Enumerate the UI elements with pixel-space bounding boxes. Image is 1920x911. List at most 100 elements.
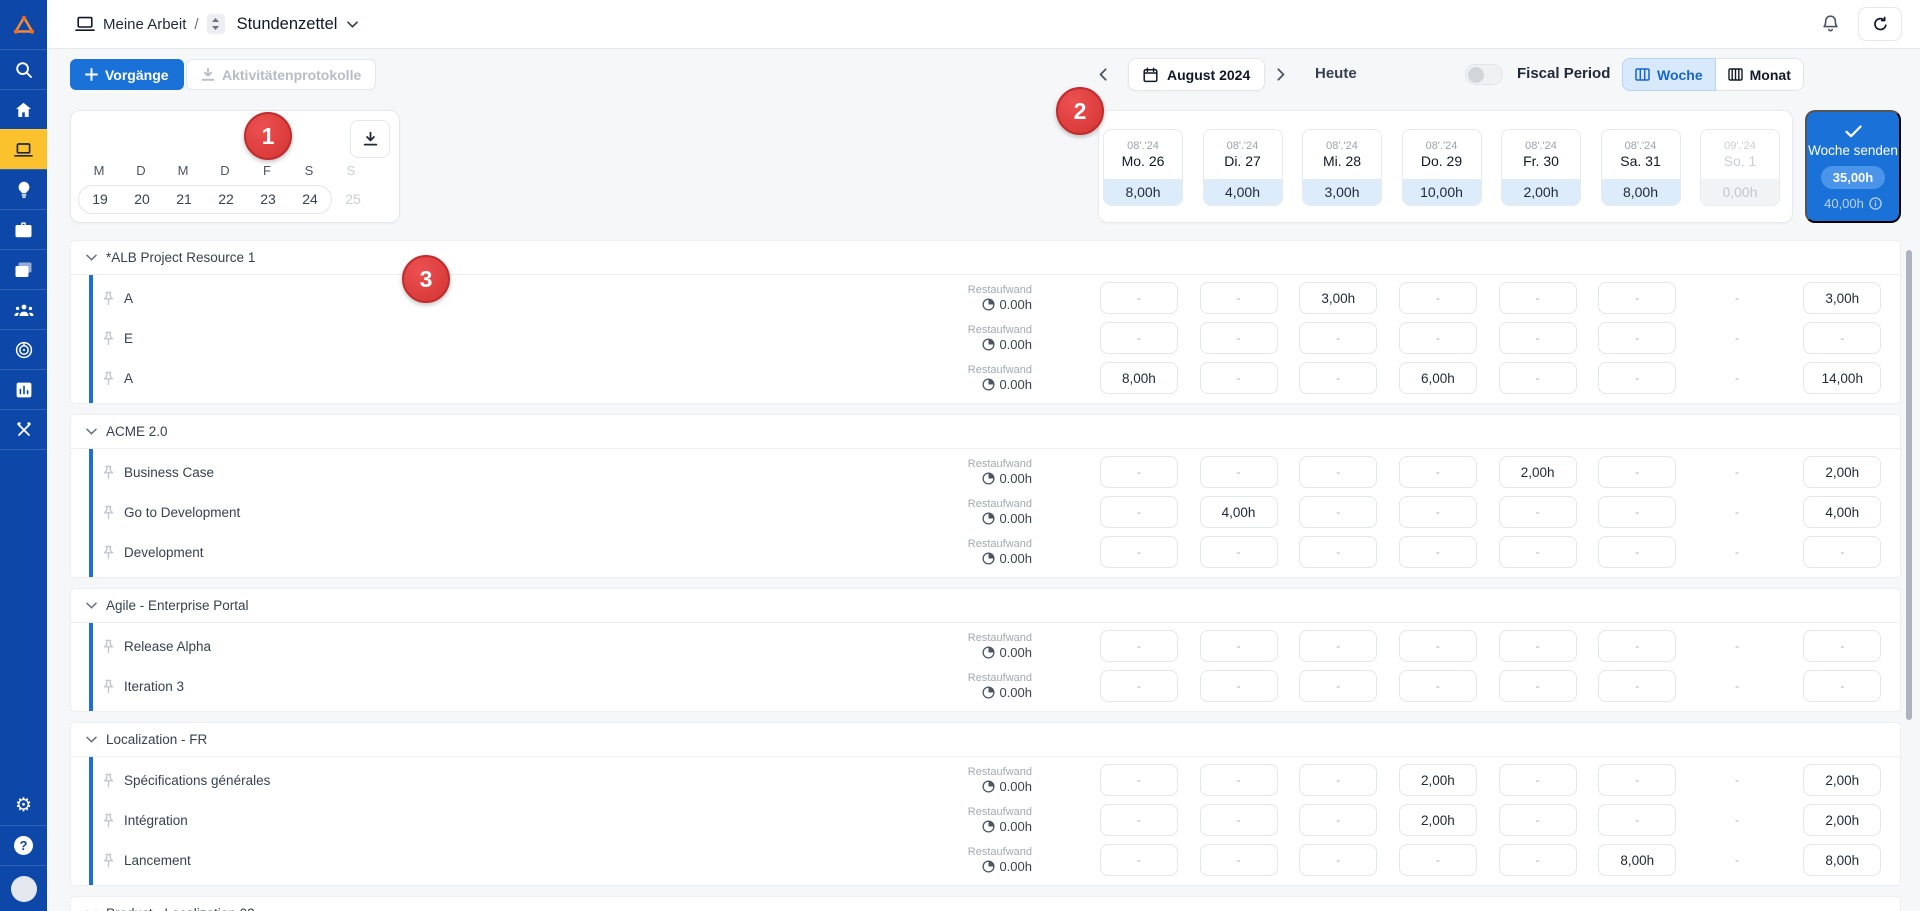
hours-input[interactable]: - (1498, 536, 1577, 568)
week-day-cell[interactable]: 08'.'24 Fr. 30 2,00h (1501, 129, 1581, 206)
tab-monat[interactable]: Monat (1715, 58, 1804, 91)
hours-input[interactable]: - (1099, 764, 1178, 796)
hours-input[interactable]: - (1598, 496, 1677, 528)
calendar-date[interactable]: 24 (289, 191, 331, 207)
sidebar-item-team-people[interactable] (0, 289, 47, 329)
hours-input[interactable]: - (1199, 322, 1278, 354)
task-name[interactable]: Lancement (124, 853, 191, 868)
task-name[interactable]: Release Alpha (124, 639, 211, 654)
hours-input[interactable]: - (1199, 456, 1278, 488)
hours-input[interactable]: - (1498, 322, 1577, 354)
hours-input[interactable]: - (1199, 536, 1278, 568)
hours-input[interactable]: - (1099, 496, 1178, 528)
hours-input[interactable]: - (1099, 536, 1178, 568)
app-logo[interactable] (0, 0, 47, 49)
submit-week-button[interactable]: Woche senden 35,00h 40,00h (1805, 110, 1901, 223)
sidebar-item-profile[interactable] (0, 865, 47, 911)
breadcrumb-sorter-icon[interactable] (206, 14, 225, 34)
pin-icon[interactable] (102, 465, 115, 480)
hours-input[interactable]: - (1398, 496, 1477, 528)
hours-input[interactable]: - (1598, 456, 1677, 488)
hours-input[interactable]: - (1099, 804, 1178, 836)
sidebar-item-reports-chart[interactable] (0, 369, 47, 409)
hours-input[interactable]: - (1299, 670, 1378, 702)
hours-input[interactable]: - (1398, 322, 1477, 354)
hours-input[interactable]: 6,00h (1398, 362, 1477, 394)
hours-input[interactable]: - (1498, 282, 1577, 314)
sidebar-item-tools[interactable] (0, 409, 47, 449)
task-name[interactable]: Development (124, 545, 204, 560)
hours-input[interactable]: - (1598, 804, 1677, 836)
hours-input[interactable]: 8,00h (1099, 362, 1178, 394)
hours-input[interactable]: - (1299, 362, 1378, 394)
hours-input[interactable]: - (1199, 804, 1278, 836)
hours-input[interactable]: - (1099, 630, 1178, 662)
vertical-scrollbar[interactable] (1906, 250, 1912, 720)
task-name[interactable]: Spécifications générales (124, 773, 270, 788)
hours-input[interactable]: - (1498, 670, 1577, 702)
refresh-button[interactable] (1858, 7, 1902, 41)
hours-input[interactable]: - (1498, 804, 1577, 836)
hours-input[interactable]: - (1199, 630, 1278, 662)
pin-icon[interactable] (102, 331, 115, 346)
hours-input[interactable]: - (1598, 282, 1677, 314)
hours-input[interactable]: - (1398, 536, 1477, 568)
task-name[interactable]: Go to Development (124, 505, 240, 520)
project-group-header[interactable]: ACME 2.0 (71, 415, 1900, 449)
week-day-cell[interactable]: 08'.'24 Mo. 26 8,00h (1103, 129, 1183, 206)
hours-input[interactable]: 2,00h (1498, 456, 1577, 488)
pin-icon[interactable] (102, 505, 115, 520)
breadcrumb-root[interactable]: Meine Arbeit (103, 16, 186, 33)
hours-input[interactable]: - (1299, 630, 1378, 662)
task-name[interactable]: Business Case (124, 465, 214, 480)
pin-icon[interactable] (102, 773, 115, 788)
task-name[interactable]: Intégration (124, 813, 188, 828)
week-day-cell[interactable]: 08'.'24 Do. 29 10,00h (1401, 129, 1482, 206)
today-button[interactable]: Heute (1315, 65, 1357, 82)
calendar-date[interactable]: 25 (332, 191, 374, 207)
calendar-date[interactable]: 23 (247, 191, 289, 207)
export-download-button[interactable] (350, 120, 390, 158)
hours-input[interactable]: 3,00h (1299, 282, 1378, 314)
hours-input[interactable]: - (1498, 362, 1577, 394)
pin-icon[interactable] (102, 639, 115, 654)
hours-input[interactable]: 8,00h (1598, 844, 1677, 876)
hours-input[interactable]: - (1199, 844, 1278, 876)
breadcrumb-current[interactable]: Stundenzettel (237, 15, 338, 34)
hours-input[interactable]: - (1299, 322, 1378, 354)
next-week-chevron[interactable] (1269, 59, 1293, 89)
hours-input[interactable]: - (1199, 764, 1278, 796)
pin-icon[interactable] (102, 679, 115, 694)
hours-input[interactable]: - (1398, 456, 1477, 488)
hours-input[interactable]: - (1398, 844, 1477, 876)
hours-input[interactable]: - (1598, 362, 1677, 394)
hours-input[interactable]: 2,00h (1398, 764, 1477, 796)
hours-input[interactable]: - (1299, 764, 1378, 796)
hours-input[interactable]: - (1398, 282, 1477, 314)
hours-input[interactable]: 2,00h (1398, 804, 1477, 836)
calendar-date[interactable]: 21 (163, 191, 205, 207)
hours-input[interactable]: - (1598, 322, 1677, 354)
task-name[interactable]: E (124, 331, 133, 346)
sidebar-item-goals-target[interactable] (0, 329, 47, 369)
hours-input[interactable]: - (1598, 630, 1677, 662)
sidebar-item-idea-bulb[interactable] (0, 169, 47, 209)
hours-input[interactable]: - (1199, 282, 1278, 314)
calendar-date[interactable]: 20 (121, 191, 163, 207)
week-day-cell[interactable]: 08'.'24 Sa. 31 8,00h (1600, 129, 1681, 206)
project-group-header[interactable]: Localization - FR (71, 723, 1900, 757)
hours-input[interactable]: - (1099, 322, 1178, 354)
hours-input[interactable]: - (1498, 496, 1577, 528)
hours-input[interactable]: - (1299, 456, 1378, 488)
project-group-header[interactable]: Agile - Enterprise Portal (71, 589, 1900, 623)
add-vorgaenge-button[interactable]: Vorgänge (70, 59, 184, 90)
sidebar-item-timesheet-laptop[interactable] (0, 129, 47, 169)
week-day-cell[interactable]: 08'.'24 Di. 27 4,00h (1202, 129, 1283, 206)
pin-icon[interactable] (102, 853, 115, 868)
hours-input[interactable]: - (1099, 670, 1178, 702)
hours-input[interactable]: - (1299, 804, 1378, 836)
hours-input[interactable]: - (1398, 670, 1477, 702)
task-name[interactable]: A (124, 291, 133, 306)
hours-input[interactable]: - (1099, 844, 1178, 876)
notifications-bell-icon[interactable] (1821, 14, 1840, 34)
